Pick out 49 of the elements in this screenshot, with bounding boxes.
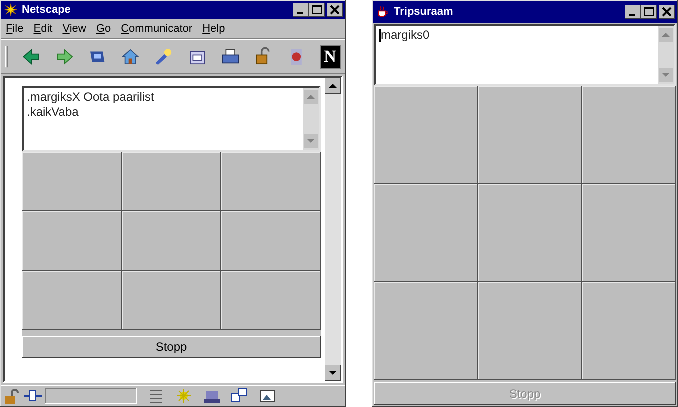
board-cell[interactable] xyxy=(22,211,122,271)
text-line: .margiksX Oota paarilist xyxy=(27,90,154,105)
board-cell[interactable] xyxy=(221,270,321,330)
window-title: Netscape xyxy=(22,4,72,16)
text-line: .kaikVaba xyxy=(27,105,79,120)
board-cell[interactable] xyxy=(478,184,582,282)
board-cell[interactable] xyxy=(478,282,582,380)
text-cursor xyxy=(379,29,381,42)
inbox-icon[interactable] xyxy=(203,388,221,404)
logo: N xyxy=(320,44,341,68)
text-line: margiks0 xyxy=(381,28,430,43)
menu-item[interactable]: Go xyxy=(95,22,112,34)
menu-item[interactable]: Communicator xyxy=(120,22,194,34)
board-cell[interactable] xyxy=(582,184,676,282)
scroll-down-icon[interactable] xyxy=(325,365,341,381)
board-cell[interactable] xyxy=(22,270,122,330)
toolbar-grip[interactable] xyxy=(5,44,9,70)
maximize-button[interactable] xyxy=(309,3,325,17)
plug-icon[interactable] xyxy=(24,388,42,404)
maximize-button[interactable] xyxy=(641,5,657,19)
minimize-button[interactable] xyxy=(293,3,309,17)
board-cell[interactable] xyxy=(122,211,222,271)
board-cell[interactable] xyxy=(221,211,321,271)
list-icon[interactable] xyxy=(147,388,165,404)
board-cell[interactable] xyxy=(374,184,478,282)
board-cell[interactable] xyxy=(122,270,222,330)
board-cell[interactable] xyxy=(478,86,582,184)
scroll-up-icon[interactable] xyxy=(325,78,341,94)
minimize-button[interactable] xyxy=(625,5,641,19)
menu-item[interactable]: Help xyxy=(202,22,226,34)
padlock-icon[interactable] xyxy=(3,388,21,404)
close-button[interactable] xyxy=(659,5,675,19)
menu-item[interactable]: View xyxy=(62,22,88,34)
board-cell[interactable] xyxy=(582,86,676,184)
stop-button[interactable]: Stopp xyxy=(22,336,321,358)
board-cell[interactable] xyxy=(582,282,676,380)
board-cell[interactable] xyxy=(22,152,122,212)
board-cell[interactable] xyxy=(374,282,478,380)
menu-item[interactable]: File xyxy=(5,22,25,34)
close-button[interactable] xyxy=(327,3,343,17)
coffee-cup-icon xyxy=(375,5,391,19)
picture-frame-icon[interactable] xyxy=(259,388,277,404)
board-cell[interactable] xyxy=(221,152,321,212)
window-title: Tripsuraam xyxy=(394,6,454,18)
starburst-icon xyxy=(3,3,19,17)
board-cell[interactable] xyxy=(374,86,478,184)
chat-icon[interactable] xyxy=(231,388,249,404)
board-cell[interactable] xyxy=(122,152,222,212)
menu-item[interactable]: Edit xyxy=(32,22,54,34)
